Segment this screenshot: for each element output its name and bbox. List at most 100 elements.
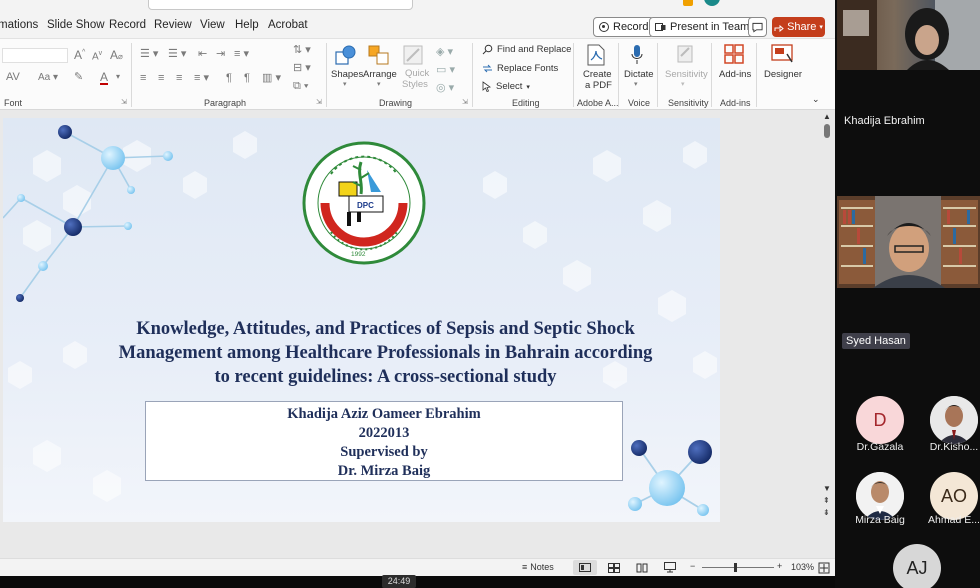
previous-slide-icon[interactable]: ⇞ <box>823 496 830 505</box>
divider <box>472 43 473 107</box>
scroll-up-icon[interactable]: ▲ <box>823 112 831 121</box>
comments-button[interactable] <box>748 17 767 37</box>
replace-fonts-button[interactable]: Replace Fonts <box>482 63 558 74</box>
chevron-down-icon: ▾ <box>343 81 347 88</box>
divider <box>618 43 619 107</box>
decrease-indent-icon[interactable]: ⇤ <box>198 49 207 60</box>
zoom-slider-thumb[interactable] <box>734 563 737 572</box>
grow-font-icon[interactable]: A^ <box>74 49 85 61</box>
account-avatar-icon[interactable] <box>704 0 720 6</box>
shape-effects-icon[interactable]: ◎ ▾ <box>436 83 454 94</box>
align-center-icon[interactable]: ≡ <box>158 73 164 84</box>
participant-video <box>837 196 980 288</box>
share-button[interactable]: Share ▾ <box>772 17 825 37</box>
sensitivity-icon <box>677 45 693 63</box>
fit-to-window-icon[interactable] <box>818 562 830 574</box>
clear-format-icon[interactable]: A⌀ <box>110 49 123 61</box>
zoom-out-icon[interactable]: − <box>690 561 695 571</box>
chevron-down-icon: ▾ <box>634 81 638 88</box>
scroll-thumb[interactable] <box>824 124 830 138</box>
text-direction-icon[interactable]: ⇅ ▾ <box>293 45 311 56</box>
supervisor-name: Dr. Mirza Baig <box>337 463 431 479</box>
char-spacing-icon[interactable]: AV <box>6 72 20 83</box>
divider <box>756 43 757 107</box>
shape-outline-icon[interactable]: ▭ ▾ <box>436 65 455 76</box>
zoom-slider[interactable] <box>702 567 774 568</box>
change-case-icon[interactable]: Aa ▾ <box>38 73 58 83</box>
columns-icon[interactable]: ▥ ▾ <box>262 73 281 84</box>
author-textbox[interactable]: Khadija Aziz Oameer Ebrahim 2022013 Supe… <box>145 401 623 481</box>
chevron-down-icon[interactable]: ▾ <box>116 73 120 81</box>
menu-help[interactable]: Help <box>235 19 259 31</box>
shrink-font-icon[interactable]: Av <box>92 50 102 62</box>
zoom-level[interactable]: 103% <box>791 562 814 572</box>
font-color-icon[interactable]: A <box>100 71 109 85</box>
bullets-icon[interactable]: ☰ ▾ <box>140 49 158 60</box>
search-box[interactable] <box>148 0 413 10</box>
share-icon <box>774 24 784 32</box>
numbering-icon[interactable]: ☰ ▾ <box>168 49 186 60</box>
record-icon <box>599 22 609 32</box>
collapse-ribbon-icon[interactable]: ⌄ <box>812 95 820 104</box>
supervised-label: Supervised by <box>340 444 428 460</box>
select-button[interactable]: Select ▾ <box>482 81 530 92</box>
menu-view[interactable]: View <box>200 19 225 31</box>
notification-icon[interactable] <box>683 0 693 6</box>
rtl-icon[interactable]: ¶ <box>244 73 250 84</box>
font-group-label: Font <box>4 98 23 108</box>
divider <box>573 43 574 107</box>
slide[interactable]: DPC 1992 Knowledge, Attitudes, and Pract… <box>3 118 720 522</box>
taskbar <box>0 576 835 588</box>
pdf-icon <box>587 44 605 66</box>
shape-fill-icon[interactable]: ◈ ▾ <box>436 47 453 58</box>
find-replace-button[interactable]: Find and Replace <box>482 44 571 55</box>
font-size-box[interactable] <box>2 48 68 63</box>
normal-view-icon <box>579 563 591 572</box>
slide-sorter-icon[interactable] <box>608 563 620 573</box>
normal-view-button[interactable] <box>573 560 597 575</box>
next-slide-icon[interactable]: ⇟ <box>823 508 830 517</box>
divider <box>657 43 658 107</box>
dialog-launcher-icon[interactable]: ⇲ <box>462 99 468 106</box>
menu-record[interactable]: Record <box>109 19 146 31</box>
increase-indent-icon[interactable]: ⇥ <box>216 49 225 60</box>
slideshow-icon[interactable] <box>664 562 676 573</box>
line-spacing-icon[interactable]: ≡ ▾ <box>234 49 249 60</box>
menu-animations[interactable]: mations <box>0 19 38 31</box>
menu-review[interactable]: Review <box>154 19 192 31</box>
menu-slide-show[interactable]: Slide Show <box>47 19 105 31</box>
ltr-icon[interactable]: ¶ <box>226 73 232 84</box>
zoom-in-icon[interactable]: + <box>777 561 782 571</box>
shapes-icon <box>335 45 356 65</box>
quick-styles-icon <box>403 45 423 65</box>
adobe-group-label: Adobe A... <box>577 98 619 108</box>
reading-view-icon[interactable] <box>636 563 648 573</box>
menu-acrobat[interactable]: Acrobat <box>268 19 308 31</box>
paragraph-group-label: Paragraph <box>204 98 247 108</box>
present-in-teams-button[interactable]: Present in Teams <box>649 17 761 37</box>
align-left-icon[interactable]: ≡ <box>140 73 146 84</box>
participant-name: Dr.Kisho... <box>929 441 979 453</box>
smartart-icon[interactable]: ⧉ ▾ <box>293 81 309 92</box>
avatar: AO <box>930 472 978 520</box>
profile-photo-icon <box>856 472 904 520</box>
video-tile-khadija[interactable] <box>837 0 980 70</box>
college-logo: DPC 1992 <box>301 140 427 266</box>
record-button[interactable]: Record <box>593 17 655 37</box>
profile-photo-icon <box>930 396 978 444</box>
slide-title[interactable]: Knowledge, Attitudes, and Practices of S… <box>63 317 708 389</box>
college-seal-icon: DPC 1992 <box>302 141 426 265</box>
title-line: to recent guidelines: A cross-sectional … <box>214 367 557 387</box>
dialog-launcher-icon[interactable]: ⇲ <box>316 99 322 106</box>
justify-icon[interactable]: ≡ ▾ <box>194 73 209 84</box>
align-text-icon[interactable]: ⊟ ▾ <box>293 63 311 74</box>
scroll-down-icon[interactable]: ▼ <box>823 484 831 493</box>
notes-button[interactable]: ≡ Notes <box>522 562 554 572</box>
video-tile-syed[interactable] <box>837 196 980 288</box>
align-right-icon[interactable]: ≡ <box>176 73 182 84</box>
dialog-launcher-icon[interactable]: ⇲ <box>121 99 127 106</box>
designer-icon <box>771 44 793 63</box>
highlight-icon[interactable]: ✎ <box>74 72 83 83</box>
divider <box>131 43 132 107</box>
vertical-scrollbar[interactable]: ▲ ▼ ⇞ ⇟ <box>822 112 832 522</box>
